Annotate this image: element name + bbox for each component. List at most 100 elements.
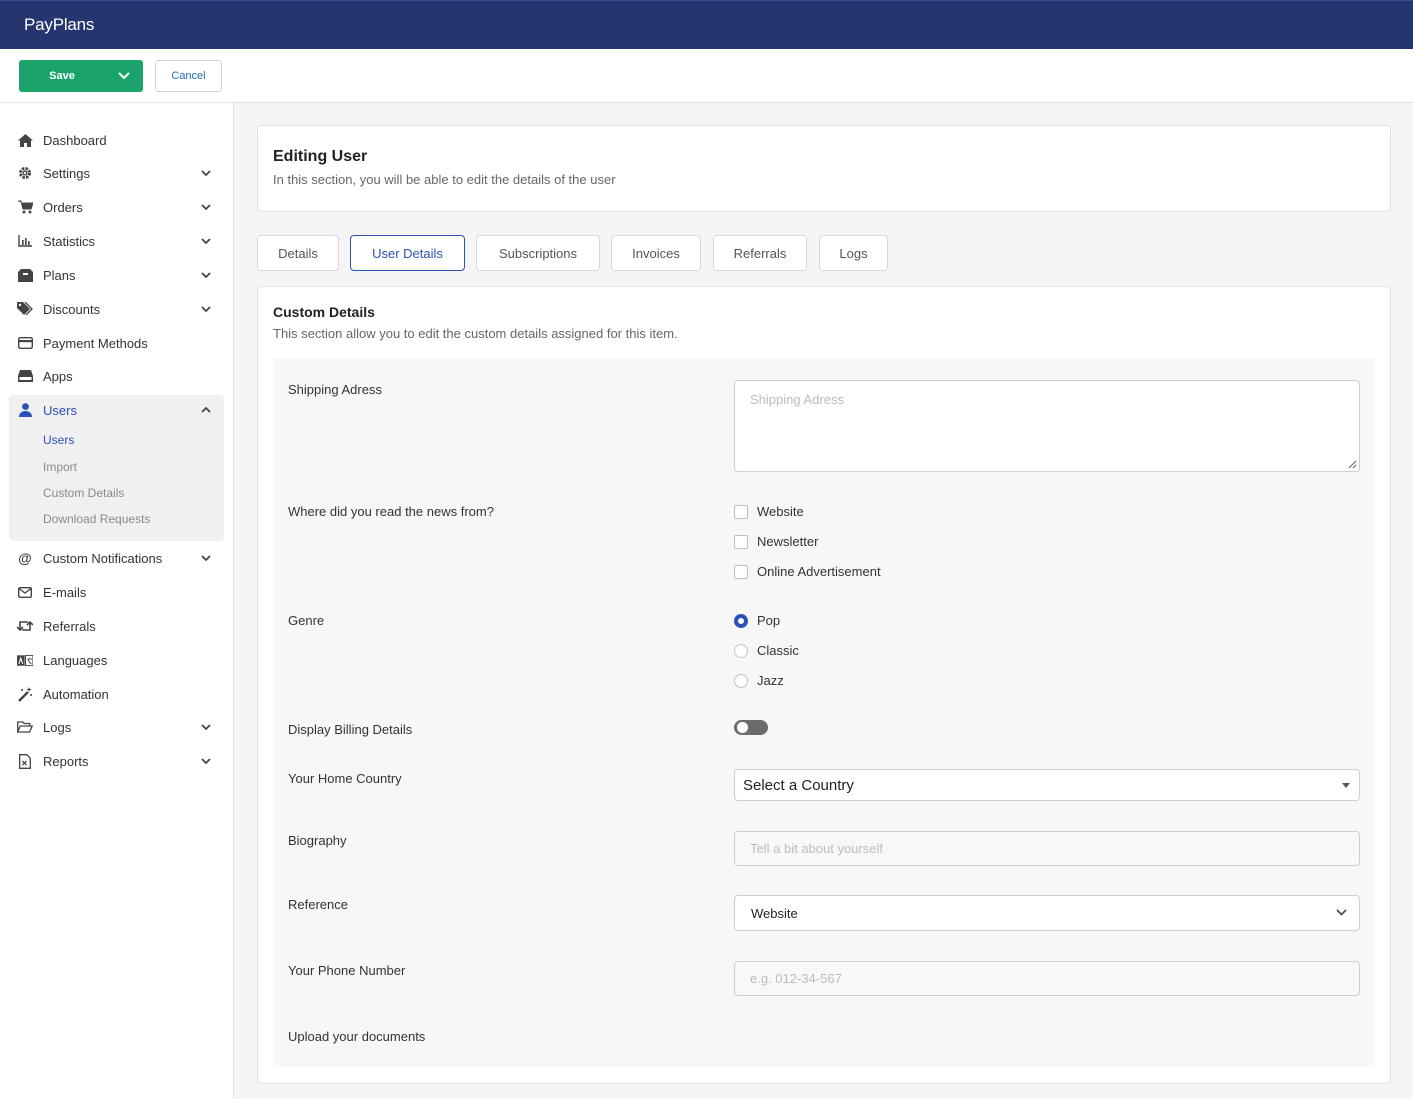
- sidebar-item-payment-methods[interactable]: Payment Methods: [9, 328, 224, 358]
- custom-details-card: Custom Details This section allow you to…: [257, 286, 1391, 1084]
- radio-button-selected[interactable]: [734, 613, 748, 628]
- sidebar-item-plans[interactable]: Plans: [9, 260, 224, 290]
- chevron-down-icon: [201, 204, 211, 211]
- user-icon: [17, 402, 33, 418]
- sidebar-item-label: Dashboard: [43, 132, 107, 148]
- sidebar-item-emails[interactable]: E-mails: [9, 577, 224, 607]
- radio-button[interactable]: [734, 673, 748, 688]
- biography-input[interactable]: Tell a bit about yourself: [734, 831, 1360, 866]
- retweet-icon: [17, 618, 33, 634]
- country-select-value: Select a Country: [743, 776, 854, 794]
- sidebar-item-reports[interactable]: Reports: [9, 746, 224, 776]
- sidebar-item-languages[interactable]: Languages: [9, 645, 224, 675]
- sidebar-subitem-custom-details[interactable]: Custom Details: [43, 486, 124, 500]
- sidebar-item-statistics[interactable]: Statistics: [9, 226, 224, 256]
- country-select[interactable]: Select a Country: [734, 769, 1360, 801]
- checkbox-website[interactable]: Website: [734, 504, 804, 519]
- sidebar-item-orders[interactable]: Orders: [9, 192, 224, 222]
- tab-referrals[interactable]: Referrals: [713, 235, 807, 271]
- biography-placeholder: Tell a bit about yourself: [750, 841, 883, 856]
- sidebar-item-label: Custom Notifications: [43, 550, 163, 566]
- sidebar-item-label: Statistics: [43, 233, 96, 249]
- sidebar-item-label: E-mails: [43, 584, 87, 600]
- sidebar-item-users[interactable]: Users: [9, 395, 224, 425]
- sidebar-item-label: Apps: [43, 368, 73, 384]
- resize-handle-icon[interactable]: [1347, 459, 1357, 469]
- sidebar-subitem-import[interactable]: Import: [43, 460, 77, 474]
- save-button-label: Save: [49, 70, 75, 82]
- page-subtitle: In this section, you will be able to edi…: [273, 172, 616, 187]
- chevron-down-icon: [201, 170, 211, 177]
- radio-classic[interactable]: Classic: [734, 643, 799, 658]
- drive-icon: [17, 368, 33, 384]
- sidebar-item-apps[interactable]: Apps: [9, 361, 224, 391]
- caret-down-icon: [1342, 783, 1350, 788]
- credit-card-icon: [17, 335, 33, 351]
- sidebar-item-dashboard[interactable]: Dashboard: [9, 125, 224, 155]
- sidebar-item-automation[interactable]: Automation: [9, 679, 224, 709]
- cancel-button[interactable]: Cancel: [155, 60, 222, 92]
- sidebar-item-referrals[interactable]: Referrals: [9, 611, 224, 641]
- radio-jazz[interactable]: Jazz: [734, 673, 784, 688]
- sidebar-item-label: Plans: [43, 267, 76, 283]
- gear-icon: [17, 165, 33, 181]
- phone-input[interactable]: e.g. 012-34-567: [734, 961, 1360, 996]
- billing-details-label: Display Billing Details: [288, 722, 413, 737]
- sidebar-subitem-download-requests[interactable]: Download Requests: [43, 512, 150, 526]
- language-icon: [17, 652, 33, 668]
- tab-details[interactable]: Details: [257, 235, 339, 271]
- box-icon: [17, 267, 33, 283]
- checkbox-newsletter[interactable]: Newsletter: [734, 534, 818, 549]
- tab-logs[interactable]: Logs: [819, 235, 888, 271]
- page-title: Editing User: [273, 148, 368, 165]
- sidebar-item-settings[interactable]: Settings: [9, 158, 224, 188]
- checkbox[interactable]: [734, 564, 748, 579]
- chevron-up-icon: [201, 406, 211, 413]
- checkbox-label: Newsletter: [757, 534, 819, 549]
- reference-label: Reference: [288, 897, 348, 912]
- bar-chart-icon: [17, 233, 33, 249]
- tags-icon: [17, 301, 33, 317]
- chevron-down-icon: [201, 272, 211, 279]
- sidebar-item-custom-notifications[interactable]: @ Custom Notifications: [9, 543, 224, 573]
- sidebar-item-label: Logs: [43, 719, 72, 735]
- sidebar-item-label: Discounts: [43, 301, 101, 317]
- chevron-down-icon: [201, 555, 211, 562]
- chevron-down-icon[interactable]: [105, 60, 143, 92]
- save-button[interactable]: Save: [19, 60, 143, 92]
- chevron-down-icon: [201, 758, 211, 765]
- sidebar: Dashboard Settings Orders Statistics Pla…: [0, 103, 234, 1099]
- shipping-address-label: Shipping Adress: [288, 382, 382, 397]
- at-icon: @: [18, 550, 32, 566]
- radio-label: Jazz: [757, 673, 784, 688]
- genre-label: Genre: [288, 613, 325, 628]
- checkbox-label: Website: [757, 504, 804, 519]
- news-source-label: Where did you read the news from?: [288, 504, 494, 519]
- checkbox-label: Online Advertisement: [757, 564, 881, 579]
- section-title: Custom Details: [273, 304, 375, 320]
- folder-open-icon: [17, 719, 33, 735]
- reference-select[interactable]: Website: [734, 895, 1360, 931]
- shipping-address-textarea[interactable]: Shipping Adress: [734, 380, 1360, 472]
- checkbox[interactable]: [734, 534, 748, 549]
- tab-user-details[interactable]: User Details: [350, 235, 465, 271]
- tab-invoices[interactable]: Invoices: [611, 235, 701, 271]
- sidebar-item-discounts[interactable]: Discounts: [9, 294, 224, 324]
- home-country-label: Your Home Country: [288, 771, 402, 786]
- radio-pop[interactable]: Pop: [734, 613, 780, 628]
- chevron-down-icon: [201, 306, 211, 313]
- magic-wand-icon: [17, 686, 33, 702]
- billing-details-toggle[interactable]: [734, 720, 768, 735]
- top-bar: PayPlans: [0, 0, 1413, 49]
- chevron-down-icon: [1336, 909, 1347, 916]
- checkbox-online-advertisement[interactable]: Online Advertisement: [734, 564, 881, 579]
- tab-subscriptions[interactable]: Subscriptions: [476, 235, 600, 271]
- toggle-knob: [737, 722, 748, 733]
- sidebar-subitem-users[interactable]: Users: [43, 433, 74, 447]
- sidebar-item-logs[interactable]: Logs: [9, 712, 224, 742]
- sidebar-item-label: Payment Methods: [43, 335, 148, 351]
- sidebar-item-label: Reports: [43, 753, 89, 769]
- checkbox[interactable]: [734, 504, 748, 519]
- file-excel-icon: [17, 753, 33, 769]
- radio-button[interactable]: [734, 643, 748, 658]
